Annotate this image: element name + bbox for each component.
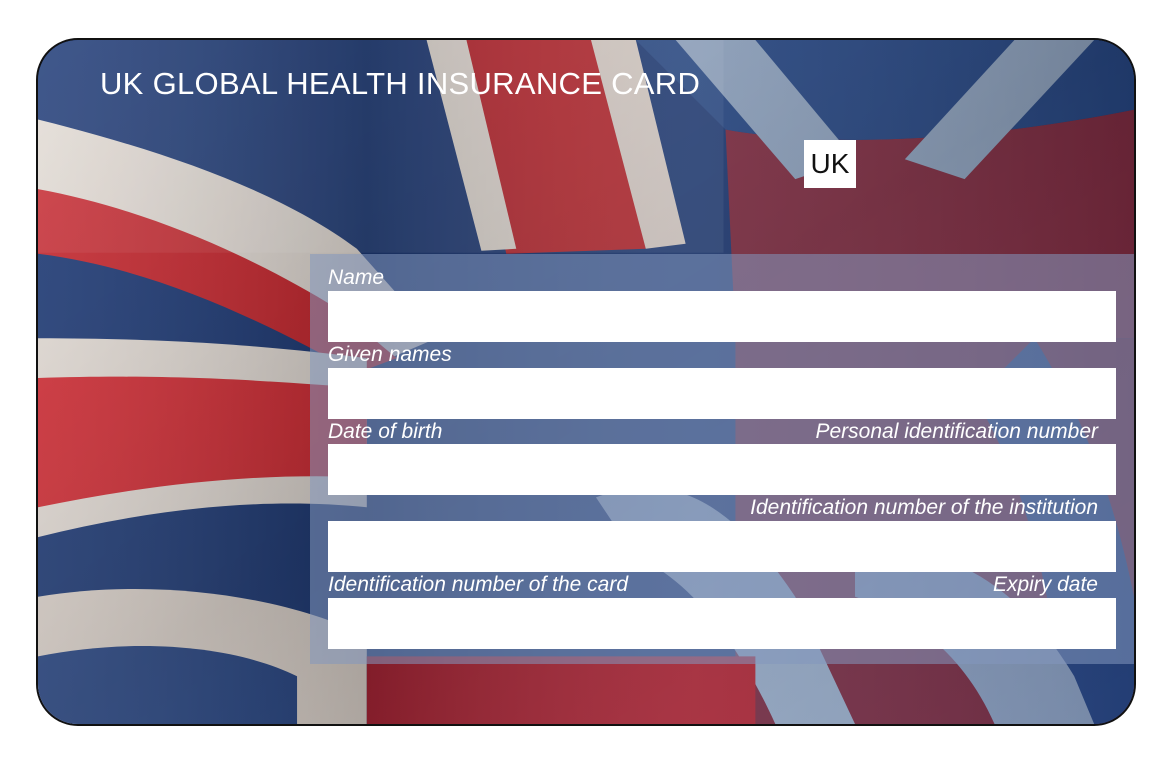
card-id-label: Identification number of the card <box>328 573 629 596</box>
expiry-date-label: Expiry date <box>992 573 1098 596</box>
date-of-birth-label: Date of birth <box>328 420 443 443</box>
date-of-birth-field <box>328 444 1116 495</box>
name-label: Name <box>328 266 385 289</box>
card-id-field <box>328 598 1116 649</box>
given-names-label: Given names <box>328 343 452 366</box>
name-field <box>328 291 1116 342</box>
institution-id-label: Identification number of the institution <box>750 496 1098 519</box>
given-names-field <box>328 368 1116 419</box>
health-insurance-card: UK GLOBAL HEALTH INSURANCE CARD UK Name … <box>36 38 1136 726</box>
personal-id-label: Personal identification number <box>815 420 1099 443</box>
country-code-badge: UK <box>804 140 856 188</box>
card-details-panel: Name Given names Date of birth Personal … <box>310 254 1134 664</box>
card-title: UK GLOBAL HEALTH INSURANCE CARD <box>100 66 701 101</box>
institution-id-field <box>328 521 1116 572</box>
